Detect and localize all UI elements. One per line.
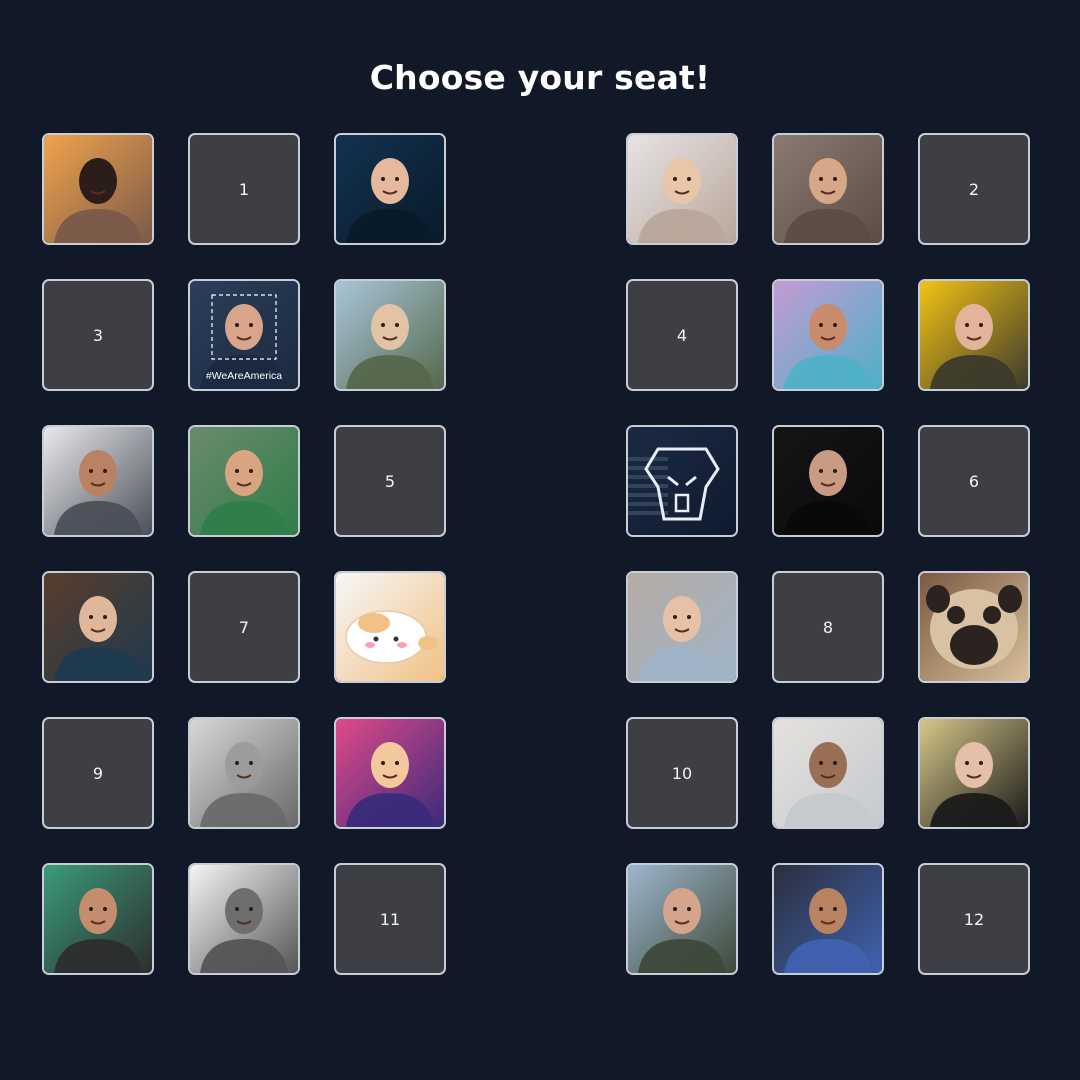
man-opentowork-avatar bbox=[190, 427, 298, 535]
taken-seat[interactable] bbox=[918, 717, 1030, 829]
man-wearamerica-avatar: #WeAreAmerica bbox=[190, 281, 298, 389]
seat-number: 2 bbox=[968, 179, 980, 199]
page-title: Choose your seat! bbox=[369, 58, 711, 97]
taken-seat[interactable] bbox=[772, 863, 884, 975]
taken-seat[interactable] bbox=[626, 425, 738, 537]
taken-seat[interactable] bbox=[918, 279, 1030, 391]
taken-seat[interactable] bbox=[42, 133, 154, 245]
empty-seat-3[interactable]: 3 bbox=[42, 279, 154, 391]
taken-seat[interactable] bbox=[626, 133, 738, 245]
taken-seat[interactable] bbox=[334, 571, 446, 683]
man-hair-bun-avatar bbox=[628, 573, 736, 681]
seat-number: 5 bbox=[384, 471, 396, 491]
woman-long-hair-avatar bbox=[920, 719, 1028, 827]
man-cap-yellow-avatar bbox=[920, 281, 1028, 389]
taken-seat[interactable] bbox=[188, 425, 300, 537]
curly-hair-man-avatar bbox=[774, 281, 882, 389]
taken-seat[interactable] bbox=[772, 425, 884, 537]
man-glasses-camo-avatar bbox=[336, 281, 444, 389]
empty-seat-12[interactable]: 12 bbox=[918, 863, 1030, 975]
taken-seat[interactable] bbox=[918, 571, 1030, 683]
robot-flag-logo-avatar bbox=[628, 427, 736, 535]
empty-seat-9[interactable]: 9 bbox=[42, 717, 154, 829]
seat-number: 10 bbox=[671, 763, 693, 783]
empty-seat-4[interactable]: 4 bbox=[626, 279, 738, 391]
seat-number: 8 bbox=[822, 617, 834, 637]
empty-seat-7[interactable]: 7 bbox=[188, 571, 300, 683]
seat-picker-page: Choose your seat! 1 2 3 #WeAreAmerica 4 5 6 7 8 9… bbox=[0, 0, 1080, 1080]
bald-man-black-shirt-avatar bbox=[44, 573, 152, 681]
taken-seat[interactable] bbox=[334, 133, 446, 245]
empty-seat-2[interactable]: 2 bbox=[918, 133, 1030, 245]
empty-seat-8[interactable]: 8 bbox=[772, 571, 884, 683]
man-grayscale-avatar bbox=[190, 719, 298, 827]
taken-seat[interactable] bbox=[42, 571, 154, 683]
man-suit-beard-avatar bbox=[774, 719, 882, 827]
seat-number: 3 bbox=[92, 325, 104, 345]
avatar-caption: #WeAreAmerica bbox=[206, 370, 282, 382]
seat-number: 9 bbox=[92, 763, 104, 783]
cartoon-sunglasses-avatar bbox=[336, 719, 444, 827]
man-cap-gesture-avatar bbox=[44, 865, 152, 973]
bald-bearded-man-avatar bbox=[336, 135, 444, 243]
man-gray-hoodie-avatar bbox=[44, 427, 152, 535]
empty-seat-11[interactable]: 11 bbox=[334, 863, 446, 975]
sunset-beach-woman-avatar bbox=[44, 135, 152, 243]
blonde-woman-avatar bbox=[628, 135, 736, 243]
taken-seat[interactable] bbox=[42, 863, 154, 975]
man-dark-studio-avatar bbox=[774, 427, 882, 535]
young-man-blue-shirt-avatar bbox=[774, 865, 882, 973]
taken-seat[interactable] bbox=[188, 863, 300, 975]
seat-number: 7 bbox=[238, 617, 250, 637]
man-hoodie-outdoor-avatar bbox=[628, 865, 736, 973]
bald-man-smiling-bw-avatar bbox=[190, 865, 298, 973]
taken-seat[interactable] bbox=[626, 571, 738, 683]
seat-number: 11 bbox=[379, 909, 401, 929]
taken-seat[interactable] bbox=[772, 133, 884, 245]
taken-seat[interactable] bbox=[42, 425, 154, 537]
taken-seat[interactable] bbox=[334, 279, 446, 391]
seat-number: 1 bbox=[238, 179, 250, 199]
empty-seat-6[interactable]: 6 bbox=[918, 425, 1030, 537]
seat-number: 12 bbox=[963, 909, 985, 929]
cartoon-cat-avatar bbox=[336, 573, 444, 681]
taken-seat[interactable] bbox=[188, 717, 300, 829]
smiling-man-hoodie-avatar bbox=[774, 135, 882, 243]
taken-seat[interactable]: #WeAreAmerica bbox=[188, 279, 300, 391]
pug-dog-avatar bbox=[920, 573, 1028, 681]
taken-seat[interactable] bbox=[334, 717, 446, 829]
empty-seat-5[interactable]: 5 bbox=[334, 425, 446, 537]
empty-seat-1[interactable]: 1 bbox=[188, 133, 300, 245]
taken-seat[interactable] bbox=[772, 717, 884, 829]
taken-seat[interactable] bbox=[772, 279, 884, 391]
seat-number: 4 bbox=[676, 325, 688, 345]
seat-number: 6 bbox=[968, 471, 980, 491]
empty-seat-10[interactable]: 10 bbox=[626, 717, 738, 829]
taken-seat[interactable] bbox=[626, 863, 738, 975]
